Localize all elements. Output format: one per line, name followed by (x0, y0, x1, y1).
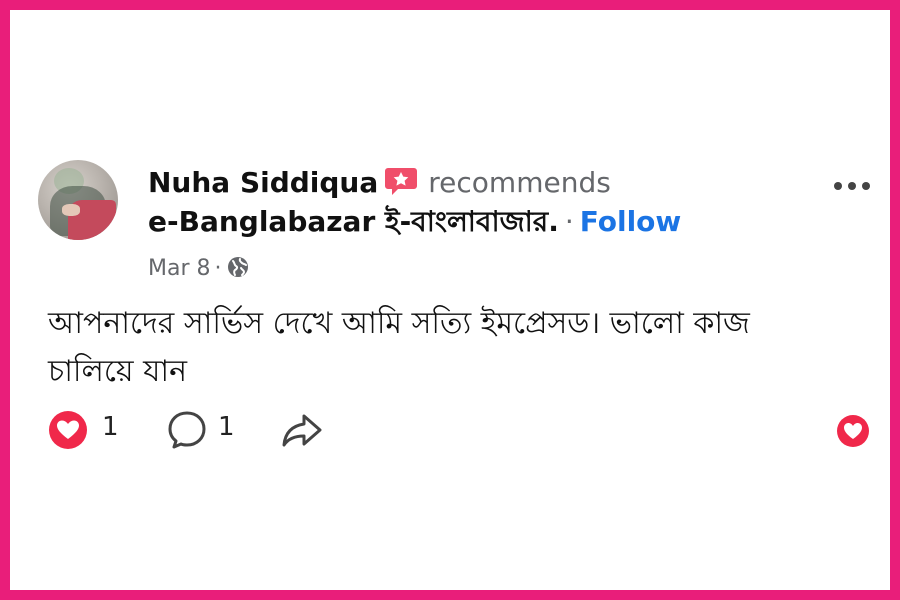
author-avatar[interactable] (38, 160, 118, 240)
love-reaction-icon[interactable] (836, 414, 870, 448)
globe-icon (226, 255, 250, 279)
recommends-label: recommends (428, 166, 611, 199)
recommendation-badge-icon (384, 166, 418, 196)
page-name-link[interactable]: e-Banglabazar ই-বাংলাবাজার. (148, 205, 559, 238)
comment-count[interactable]: 1 (218, 412, 235, 442)
follow-button[interactable]: Follow (580, 205, 682, 238)
author-name[interactable]: Nuha Siddiqua (148, 166, 378, 199)
meta-separator: · (214, 256, 222, 281)
comment-icon[interactable] (166, 410, 208, 450)
post-date[interactable]: Mar 8 (148, 256, 211, 281)
post-text-line-2: চালিয়ে যান (48, 354, 187, 389)
post-card-frame: Nuha Siddiqua recommends e-Banglabazar ই-… (0, 0, 900, 600)
page-line: e-Banglabazar ই-বাংলাবাজার. · Follow (148, 203, 681, 241)
post-body: আপনাদের সার্ভিস দেখে আমি সত্যি ইমপ্রেসড।… (48, 300, 848, 396)
share-icon[interactable] (280, 410, 324, 450)
heart-reaction-icon[interactable] (48, 410, 88, 450)
post-meta: Mar 8 · (148, 253, 250, 285)
more-options-icon[interactable] (830, 174, 874, 198)
author-line: Nuha Siddiqua recommends (148, 164, 611, 202)
reaction-count[interactable]: 1 (102, 412, 119, 442)
post-actions-bar: 1 1 (48, 408, 878, 452)
separator-dot: · (564, 205, 574, 238)
post-text-line-1: আপনাদের সার্ভিস দেখে আমি সত্যি ইমপ্রেসড।… (48, 306, 750, 341)
